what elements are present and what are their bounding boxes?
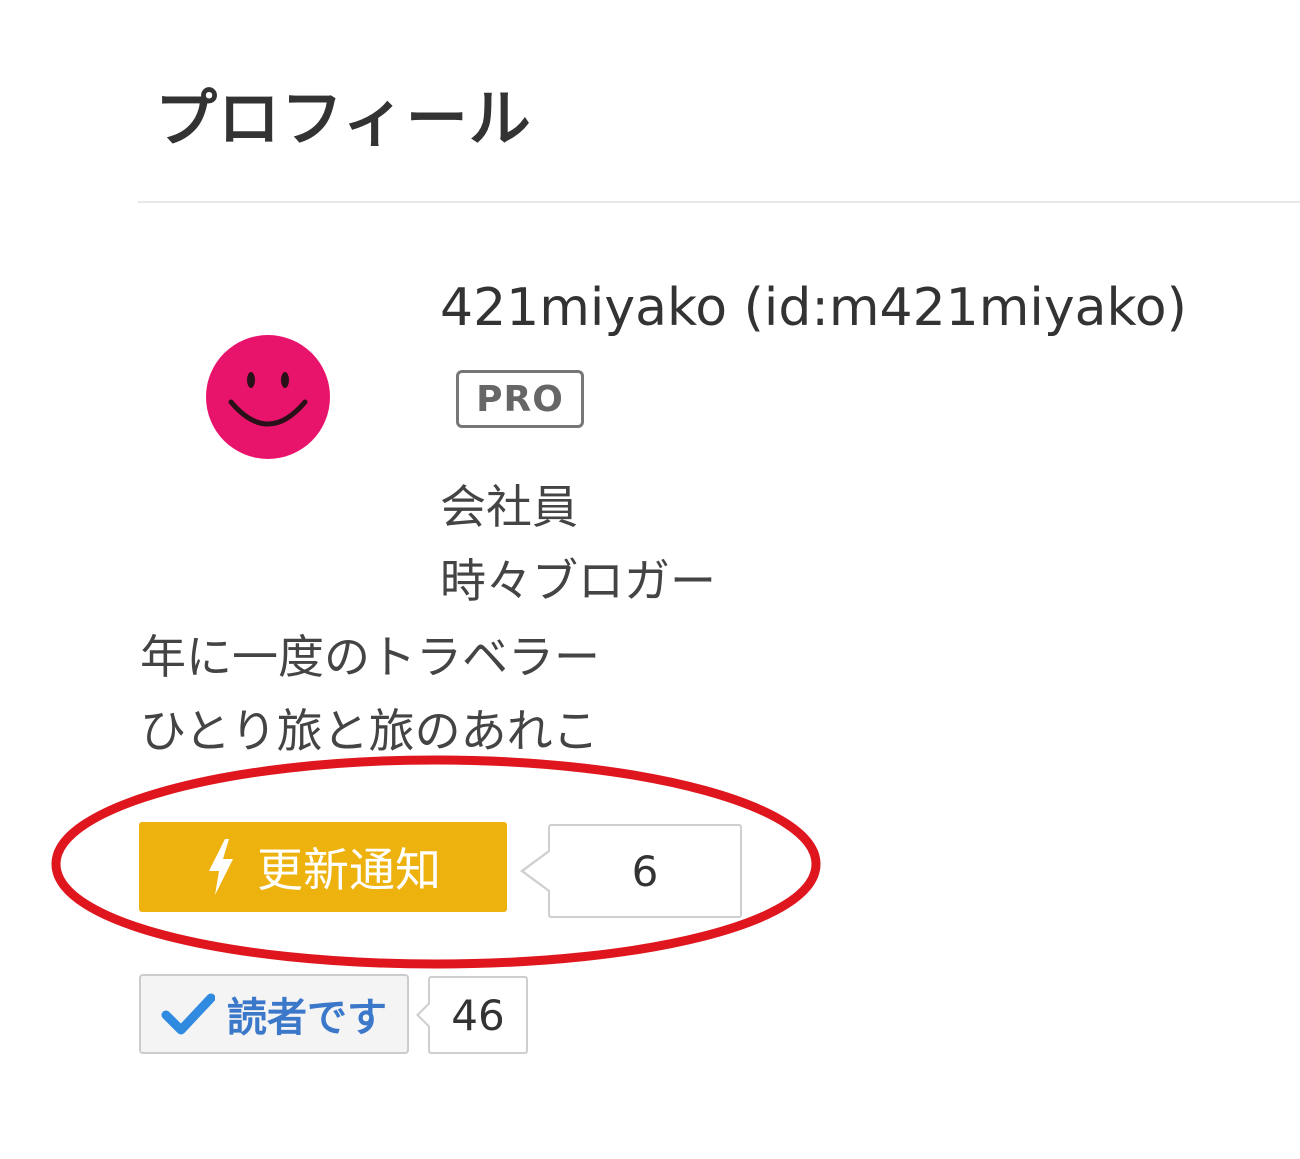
- reader-button[interactable]: 読者です: [139, 974, 409, 1054]
- lightning-icon: [209, 839, 233, 895]
- subscriber-count: 6: [520, 824, 742, 918]
- reader-label: 読者です: [227, 995, 387, 1041]
- bio-line-3: 年に一度のトラベラー: [140, 630, 600, 684]
- checkmark-icon: [161, 993, 215, 1035]
- subscribe-label: 更新通知: [257, 843, 441, 897]
- heading-divider: [138, 201, 1300, 203]
- username[interactable]: 421miyako (id:m421miyako): [440, 279, 1187, 337]
- subscribe-button[interactable]: 更新通知: [139, 822, 507, 912]
- reader-count: 46: [416, 976, 528, 1054]
- bio-line-4: ひとり旅と旅のあれこ: [140, 704, 599, 758]
- pro-badge: PRO: [456, 370, 584, 428]
- smiley-face-icon[interactable]: [205, 334, 331, 460]
- bio-line-1: 会社員: [440, 480, 578, 534]
- profile-heading: プロフィール: [155, 82, 532, 155]
- bio-line-2: 時々ブロガー: [440, 554, 716, 608]
